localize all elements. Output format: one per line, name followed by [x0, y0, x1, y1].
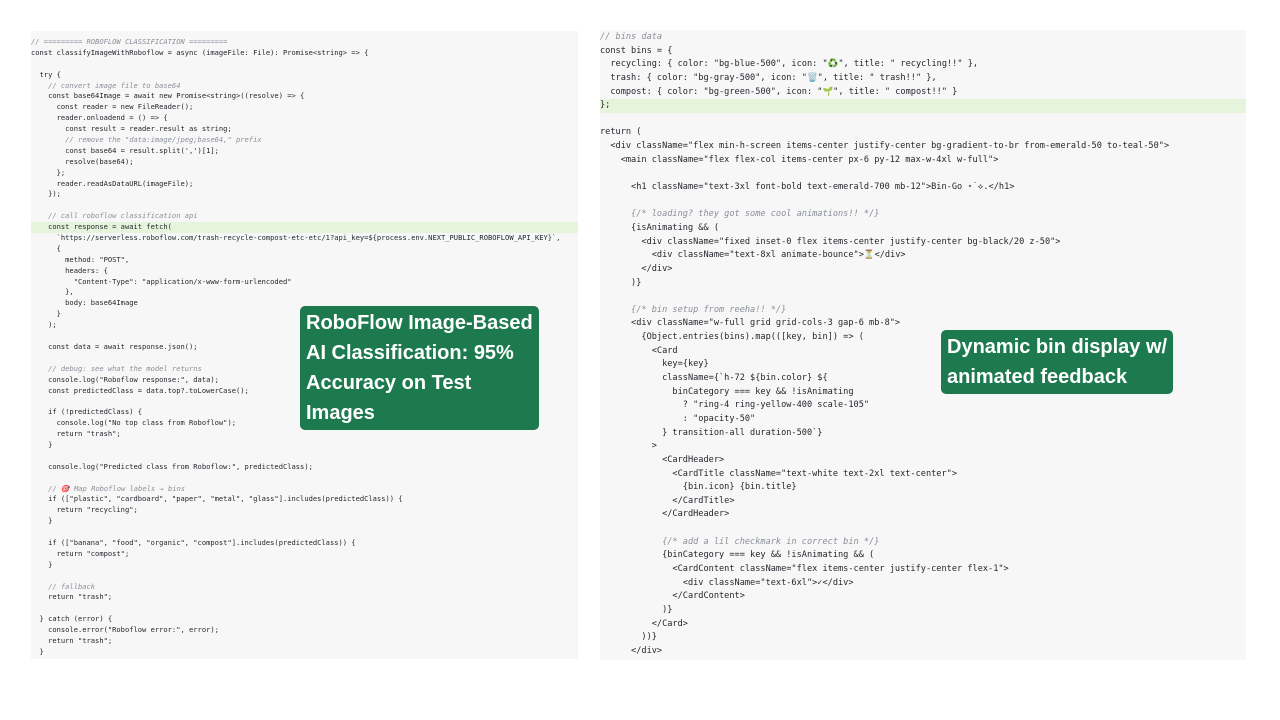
code-line: </CardTitle> — [600, 495, 735, 506]
code-line: // fallback — [31, 581, 96, 591]
code-line: return ( — [600, 127, 642, 138]
code-line: const base64Image = await new Promise<st… — [31, 91, 305, 101]
code-line: const response = await fetch( — [31, 222, 578, 234]
code-line: <h1 className="text-3xl font-bold text-e… — [600, 182, 1015, 193]
code-line: if (["plastic", "cardboard", "paper", "m… — [31, 494, 403, 504]
code-line: const base64 = result.split(',')[1]; — [31, 145, 219, 155]
code-line: console.error("Roboflow error:", error); — [31, 625, 219, 635]
code-line: > — [600, 441, 657, 452]
code-line: method: "POST", — [31, 254, 130, 264]
code-line: {/* loading? they got some cool animatio… — [600, 209, 880, 220]
code-line: trash: { color: "bg-gray-500", icon: "🗑️… — [600, 72, 937, 83]
code-line: <div className="text-6xl">✓</div> — [600, 577, 854, 588]
code-line: <div className="text-8xl animate-bounce"… — [600, 250, 906, 261]
code-line: return "compost"; — [31, 548, 130, 558]
code-line: </div> — [600, 263, 673, 274]
code-line: } — [31, 439, 53, 449]
callout-dynamic-bins: Dynamic bin display w/ animated feedback — [941, 330, 1174, 394]
code-line: } catch (error) { — [31, 614, 113, 624]
code-line: }, — [31, 287, 74, 297]
code-line: {/* add a lil checkmark in correct bin *… — [600, 536, 880, 547]
callout-roboflow-classification: RoboFlow Image-Based AI Classification: … — [300, 306, 539, 430]
code-line: // remove the "data:image/jpeg;base64," … — [31, 135, 262, 145]
callout-line: animated feedback — [947, 366, 1128, 388]
code-line: }; — [31, 658, 578, 659]
code-line: // call roboflow classification api — [31, 211, 198, 221]
code-line: <div className="fixed inset-0 flex items… — [600, 236, 1061, 247]
code-line: headers: { — [31, 265, 108, 275]
code-line: } transition-all duration-500`} — [600, 427, 823, 438]
code-line: <CardContent className="flex items-cente… — [600, 563, 1009, 574]
code-line: return "trash"; — [31, 429, 121, 439]
callout-line: Images — [306, 402, 375, 424]
code-line: const reader = new FileReader(); — [31, 102, 194, 112]
code-line: <CardTitle className="text-white text-2x… — [600, 468, 957, 479]
code-line: reader.onloadend = () => { — [31, 113, 168, 123]
code-line: return "trash"; — [31, 635, 113, 645]
callout-line: AI Classification: 95% — [306, 342, 514, 364]
code-line: {binCategory === key && !isAnimating && … — [600, 550, 875, 561]
code-line: <div className="flex min-h-screen items-… — [600, 141, 1170, 152]
code-line: {/* bin setup from reeha!! */} — [600, 304, 787, 315]
code-line: )} — [600, 277, 642, 288]
code-line: </div> — [600, 645, 663, 656]
code-line: </Card> — [600, 618, 688, 629]
callout-line: Accuracy on Test — [306, 372, 472, 394]
code-line: if (["banana", "food", "organic", "compo… — [31, 537, 356, 547]
code-line: `https://serverless.roboflow.com/trash-r… — [31, 233, 561, 243]
code-line: }; — [31, 167, 66, 177]
code-line: } — [31, 559, 53, 569]
code-line: : "opacity-50" — [600, 413, 756, 424]
code-line: const result = reader.result as string; — [31, 124, 232, 134]
code-line: resolve(base64); — [31, 156, 134, 166]
code-line: }); — [31, 189, 61, 199]
code-line: console.log("Predicted class from Robofl… — [31, 461, 313, 471]
code-line: <CardHeader> — [600, 454, 725, 465]
code-line: try { — [31, 69, 61, 79]
code-line: return "recycling"; — [31, 505, 138, 515]
code-line: { — [31, 243, 61, 253]
code-line: {bin.icon} {bin.title} — [600, 482, 797, 493]
code-line: reader.readAsDataURL(imageFile); — [31, 178, 194, 188]
code-line: }; — [600, 99, 1246, 113]
code-line: recycling: { color: "bg-blue-500", icon:… — [600, 59, 979, 70]
code-line: return "trash"; — [31, 592, 113, 602]
code-line: // 🎯 Map Roboflow labels → bins — [31, 483, 186, 493]
code-line: // bins data — [600, 32, 663, 42]
code-line: </CardHeader> — [600, 509, 730, 520]
callout-line: Dynamic bin display w/ — [947, 336, 1168, 358]
callout-line: RoboFlow Image-Based — [306, 312, 533, 334]
code-line: } — [31, 516, 53, 526]
code-line: ))} — [600, 632, 657, 643]
code-line: <main className="flex flex-col items-cen… — [600, 154, 999, 165]
code-line: compost: { color: "bg-green-500", icon: … — [600, 86, 958, 97]
code-line: // convert image file to base64 — [31, 80, 181, 90]
code-line: )} — [600, 604, 673, 615]
code-line: "Content-Type": "application/x-www-form-… — [31, 276, 292, 286]
code-line: {isAnimating && ( — [600, 222, 719, 233]
code-line: const classifyImageWithRoboflow = async … — [31, 47, 369, 57]
code-line: </CardContent> — [600, 591, 745, 602]
code-line: } — [31, 646, 44, 656]
code-line: ? "ring-4 ring-yellow-400 scale-105" — [600, 400, 870, 411]
code-line: const bins = { — [600, 45, 673, 56]
code-line: // ========= ROBOFLOW CLASSIFICATION ===… — [31, 37, 228, 46]
